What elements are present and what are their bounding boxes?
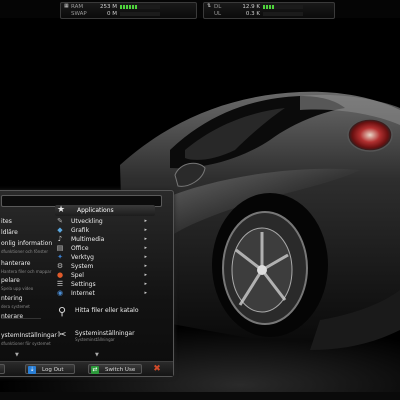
- category-label: Multimedia: [71, 236, 105, 243]
- internet-globe-icon: ◉: [56, 289, 64, 297]
- chevron-right-icon: ▸: [144, 236, 147, 242]
- category-label: Grafik: [71, 227, 90, 234]
- category-spel[interactable]: ● Spel ▸: [55, 271, 155, 280]
- category-utveckling[interactable]: ✎ Utveckling ▸: [55, 217, 155, 226]
- tools-cross-icon: ✂: [57, 328, 67, 341]
- swap-label: SWAP: [71, 11, 87, 17]
- download-label: DL: [214, 4, 222, 10]
- swap-value: 0 M: [107, 11, 117, 17]
- upload-bar: [263, 11, 303, 16]
- memory-monitor[interactable]: ▦ RAM 253 M SWAP 0 M: [60, 2, 197, 19]
- chevron-right-icon: ▸: [144, 227, 147, 233]
- log-out-label: Log Out: [42, 367, 64, 373]
- left-item-label: ntering: [1, 295, 23, 302]
- applications-header[interactable]: ★ Applications: [55, 205, 155, 216]
- find-files-item[interactable]: ⚲ Hitta filer eller katalo: [55, 306, 155, 320]
- swap-usage-bar: [120, 11, 160, 16]
- top-panel: ▦ RAM 253 M SWAP 0 M ⇅ DL 12.9 K UL 0.3 K: [0, 0, 400, 19]
- left-item-settings[interactable]: ystemInställningar dfunktioner för syste…: [1, 322, 57, 346]
- menu-left-column: ites ldläre onlig information dfunktione…: [0, 205, 57, 369]
- magnifier-icon: ⚲: [57, 305, 67, 318]
- switch-user-button[interactable]: ⇄ Switch Use: [88, 364, 142, 374]
- chevron-right-icon: ▸: [144, 254, 147, 260]
- category-internet[interactable]: ◉ Internet ▸: [55, 289, 155, 298]
- chevron-right-icon: ▸: [144, 290, 147, 296]
- category-settings[interactable]: ☰ Settings ▸: [55, 280, 155, 289]
- download-value: 12.9 K: [242, 4, 260, 10]
- applications-label: Applications: [77, 207, 114, 214]
- system-settings-item[interactable]: ✂ Systeminställningar Systeminställninga…: [55, 329, 155, 345]
- network-monitor[interactable]: ⇅ DL 12.9 K UL 0.3 K: [203, 2, 335, 19]
- category-label: Settings: [71, 281, 96, 288]
- category-label: System: [71, 263, 94, 270]
- chevron-right-icon: ▸: [144, 272, 147, 278]
- chevron-right-icon: ▸: [144, 245, 147, 251]
- network-icon: ⇅: [207, 3, 212, 9]
- system-settings-sublabel: Systeminställningar: [75, 337, 115, 342]
- chevron-right-icon: ▸: [144, 218, 147, 224]
- left-item-label: onlig information: [1, 240, 53, 247]
- menu-bottom-bar: ⇣ Log Out ⇄ Switch Use ✖: [0, 361, 173, 376]
- find-files-label: Hitta filer eller katalo: [75, 307, 139, 314]
- category-system[interactable]: ⚙ System ▸: [55, 262, 155, 271]
- memory-chip-icon: ▦: [64, 3, 69, 9]
- ram-label: RAM: [71, 4, 84, 10]
- lock-button[interactable]: [0, 364, 5, 374]
- ram-usage-fill: [120, 4, 138, 9]
- category-label: Office: [71, 245, 89, 252]
- chevron-right-icon: ▸: [144, 281, 147, 287]
- system-settings-label: Systeminställningar: [75, 330, 135, 337]
- category-label: Spel: [71, 272, 84, 279]
- category-office[interactable]: ▤ Office ▸: [55, 244, 155, 253]
- wrench-icon: ✎: [57, 217, 63, 225]
- left-item-label: ystemInställningar: [1, 332, 57, 339]
- left-item-label: pelare: [1, 277, 20, 284]
- left-divider: [1, 318, 41, 319]
- category-multimedia[interactable]: ♪ Multimedia ▸: [55, 235, 155, 244]
- left-item-label: hanterare: [1, 260, 31, 267]
- category-label: Internet: [71, 290, 95, 297]
- log-out-icon: ⇣: [28, 366, 36, 374]
- download-bar: [263, 4, 303, 9]
- download-fill: [263, 4, 275, 9]
- ram-usage-bar: [120, 4, 160, 9]
- log-out-button[interactable]: ⇣ Log Out: [25, 364, 75, 374]
- left-item-sublabel: dfunktioner för systemet: [1, 341, 51, 346]
- tools-icon: ✦: [57, 253, 63, 261]
- chevron-right-icon: ▸: [144, 263, 147, 269]
- shutdown-icon[interactable]: ✖: [151, 363, 163, 375]
- scroll-down-icon[interactable]: ▼: [15, 353, 19, 358]
- left-item-center[interactable]: nterare: [1, 303, 23, 322]
- category-verktyg[interactable]: ✦ Verktyg ▸: [55, 253, 155, 262]
- graphics-icon: ◆: [57, 226, 63, 234]
- system-gear-icon: ⚙: [56, 262, 64, 270]
- category-label: Verktyg: [71, 254, 94, 261]
- ram-value: 253 M: [100, 4, 117, 10]
- office-icon: ▤: [56, 244, 64, 252]
- scroll-down-icon[interactable]: ▼: [95, 353, 99, 358]
- settings-icon: ☰: [56, 280, 64, 288]
- games-icon: ●: [56, 271, 64, 279]
- category-label: Utveckling: [71, 218, 103, 225]
- switch-user-icon: ⇄: [91, 366, 99, 374]
- star-icon: ★: [57, 205, 66, 215]
- start-menu: ites ldläre onlig information dfunktione…: [0, 190, 174, 377]
- upload-value: 0.3 K: [245, 11, 260, 17]
- category-grafik[interactable]: ◆ Grafik ▸: [55, 226, 155, 235]
- multimedia-icon: ♪: [57, 235, 63, 243]
- upload-label: UL: [214, 11, 222, 17]
- switch-user-label: Switch Use: [105, 367, 136, 373]
